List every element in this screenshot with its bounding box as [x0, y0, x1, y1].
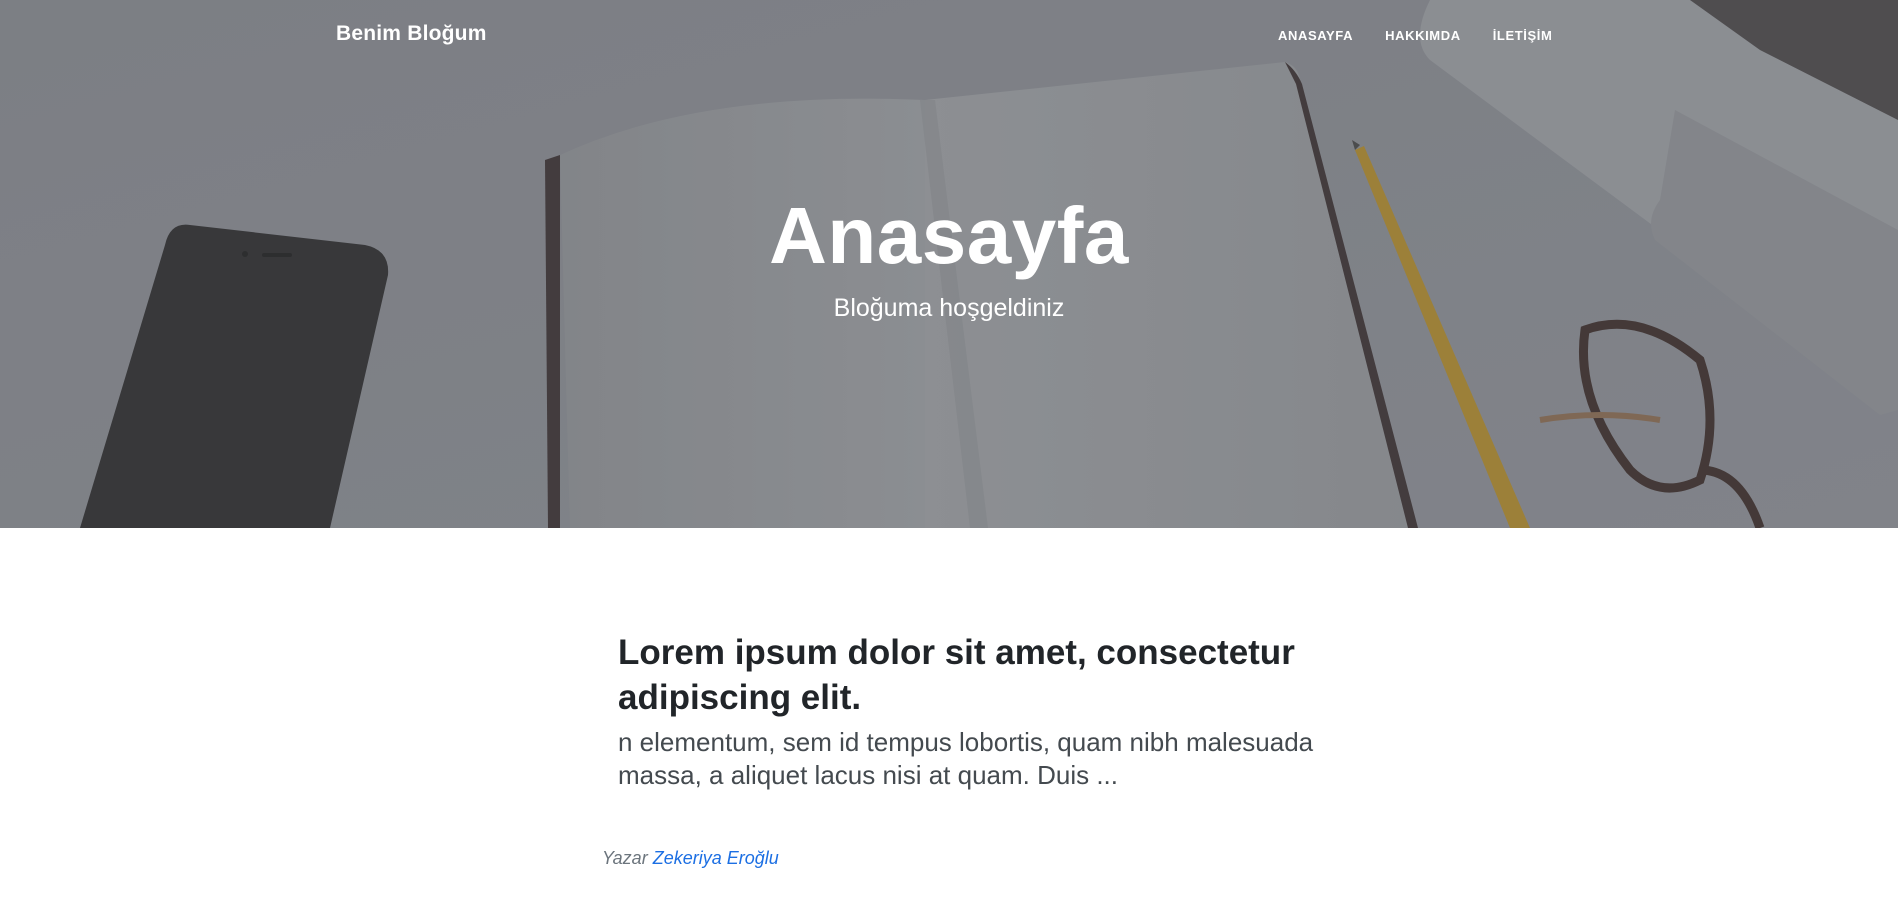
- brand-link[interactable]: Benim Bloğum: [336, 22, 487, 46]
- author-link[interactable]: Zekeriya Eroğlu: [653, 848, 779, 868]
- nav-link-anasayfa[interactable]: ANASAYFA: [1262, 28, 1369, 43]
- navbar: Benim Bloğum ANASAYFA HAKKIMDA İLETİŞİM: [0, 0, 1898, 72]
- post-meta: Yazar Zekeriya Eroğlu: [602, 848, 779, 869]
- nav-link-iletisim[interactable]: İLETİŞİM: [1477, 28, 1569, 43]
- post-preview[interactable]: Lorem ipsum dolor sit amet, consectetur …: [618, 630, 1338, 792]
- post-title[interactable]: Lorem ipsum dolor sit amet, consectetur …: [618, 630, 1338, 720]
- post-subtitle[interactable]: n elementum, sem id tempus lobortis, qua…: [618, 726, 1338, 792]
- page-subtitle: Bloğuma hoşgeldiniz: [833, 294, 1065, 322]
- post-meta-prefix: Yazar: [602, 848, 648, 868]
- nav-link-hakkimda[interactable]: HAKKIMDA: [1369, 28, 1477, 43]
- nav-links: ANASAYFA HAKKIMDA İLETİŞİM: [1262, 28, 1568, 43]
- hero-heading: Anasayfa Bloğuma hoşgeldiniz: [0, 196, 1898, 323]
- hero-header: Benim Bloğum ANASAYFA HAKKIMDA İLETİŞİM …: [0, 0, 1898, 528]
- page-title: Anasayfa: [769, 191, 1129, 280]
